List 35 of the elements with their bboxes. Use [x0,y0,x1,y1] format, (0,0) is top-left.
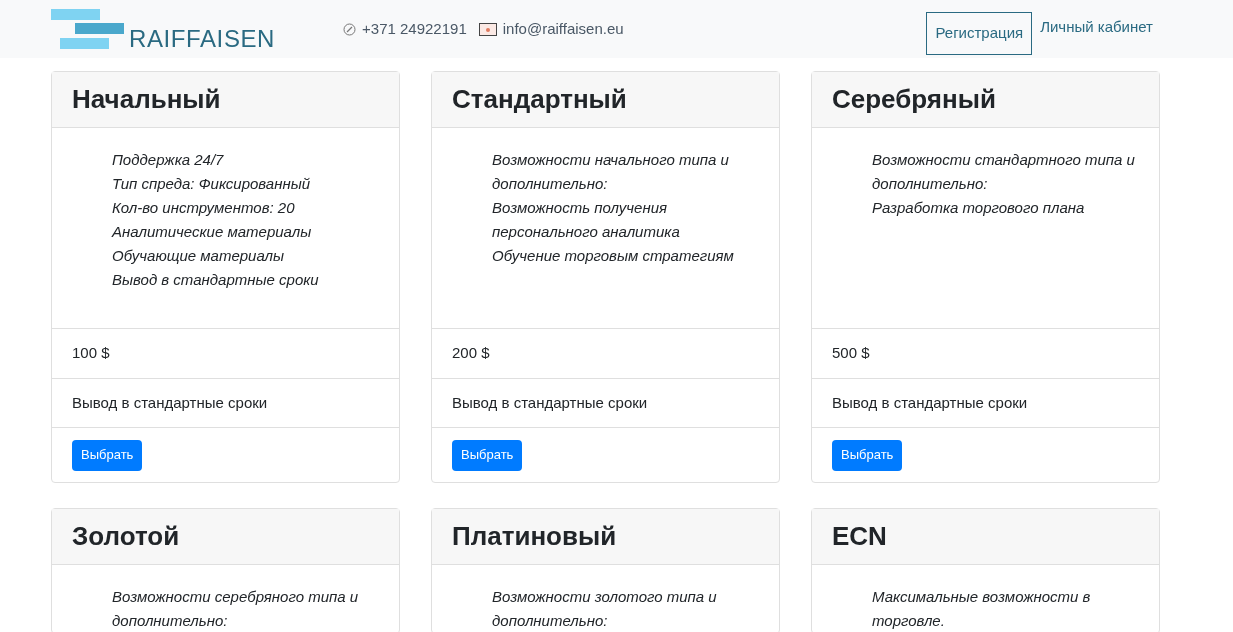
account-link[interactable]: Личный кабинет [1040,15,1153,39]
plan-price: 100 $ [72,343,110,364]
withdrawal-text: Вывод в стандартные сроки [452,392,648,413]
withdrawal-text: Вывод в стандартные сроки [832,392,1028,413]
plan-title: ECN [832,520,887,553]
plan-feature: Возможности золотого типа и дополнительно: [492,587,718,631]
plan-title: Серебряный [832,83,996,116]
plan-feature: Аналитические материалы [112,222,313,242]
plan-feature: Поддержка 24/7 [112,150,225,170]
logo-text: RAIFFAISEN [129,24,276,54]
plan-feature: Обучающие материалы [112,246,286,266]
select-button[interactable]: Выбрать [452,439,523,471]
plan-title: Платиновый [452,520,617,553]
phone-number: +371 24922191 [362,18,467,39]
plan-feature: Возможности стандартного типа и дополнительно: [872,150,1136,194]
select-button[interactable]: Выбрать [832,439,903,471]
withdrawal-text: Вывод в стандартные сроки [72,392,268,413]
select-button[interactable]: Выбрать [72,439,143,471]
plan-title: Золотой [72,520,180,553]
email-address: info@raiffaisen.eu [502,18,624,39]
plan-feature: Возможности начального типа и дополнительно: [492,150,730,194]
plan-feature: Кол-во инструментов: 20 [112,198,296,218]
plan-feature: Вывод в стандартные сроки [112,270,320,290]
register-button[interactable]: Регистрация [926,11,1033,55]
plan-title: Стандартный [452,83,627,116]
plan-title: Начальный [72,83,221,116]
plan-feature: Разработка торгового плана [872,198,1086,218]
plan-price: 500 $ [832,343,870,364]
plan-feature: Возможность получения персонального аналитика [492,198,681,242]
mail-icon [478,22,497,36]
plan-feature: Обучение торговым стратегиям [492,246,735,266]
plan-feature: Возможности серебряного типа и дополнительно: [112,587,360,631]
plan-feature: Тип спреда: Фиксированный [112,174,312,194]
plan-feature: Максимальные возможности в торговле. [872,587,1092,631]
plan-price: 200 $ [452,343,490,364]
